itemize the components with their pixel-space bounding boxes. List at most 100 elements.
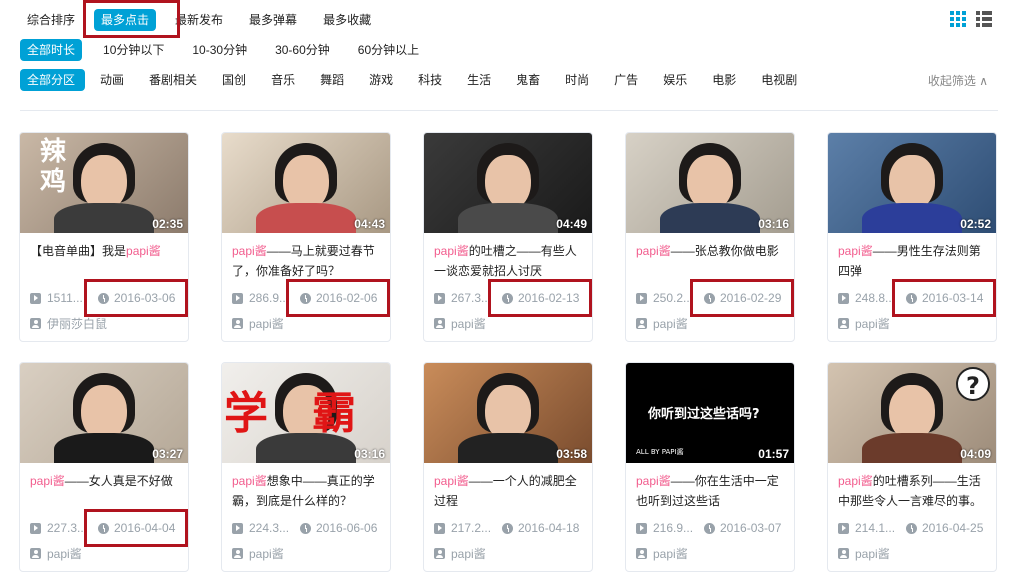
uploader[interactable]: papi酱 [434, 545, 486, 562]
play-count-icon [636, 522, 647, 534]
uploader[interactable]: papi酱 [636, 545, 688, 562]
zone-option-4[interactable]: 音乐 [264, 69, 305, 91]
thumb-caption: 辣 鸡 [40, 137, 67, 197]
zone-option-9[interactable]: 鬼畜 [509, 69, 550, 91]
sort-option-4[interactable]: 最多收藏 [316, 9, 378, 31]
user-icon [232, 318, 243, 329]
video-grid: 辣 鸡 02:35 【电音单曲】我是papi酱 1511... 2016-03-06 伊丽… [19, 132, 997, 572]
zone-option-0[interactable]: 全部分区 [20, 69, 86, 91]
video-card[interactable]: 02:52 papi酱——男性生存法则第四弹 248.8... 2016-03-14 p… [827, 132, 997, 342]
play-count-icon [232, 292, 243, 304]
duration-option-1[interactable]: 10分钟以下 [96, 39, 171, 61]
video-title[interactable]: papi酱——一个人的减肥全过程 [434, 471, 586, 511]
title-author-highlight: papi酱 [434, 474, 469, 488]
title-author-highlight: papi酱 [838, 244, 873, 258]
uploader[interactable]: papi酱 [232, 545, 284, 562]
video-card[interactable]: 你听到过这些话吗? ALL BY PAPI酱 01:57 papi酱——你在生活中一定… [625, 362, 795, 572]
video-card[interactable]: 03:27 papi酱——女人真是不好做 227.3... 2016-04-04 pap… [19, 362, 189, 572]
sort-option-2[interactable]: 最新发布 [168, 9, 230, 31]
video-title[interactable]: papi酱——女人真是不好做 [30, 471, 182, 511]
zone-option-14[interactable]: 电视剧 [754, 69, 807, 91]
user-icon [636, 548, 647, 559]
sort-filter-row: 综合排序 最多点击 最新发布 最多弹幕 最多收藏 [20, 9, 390, 31]
video-thumbnail[interactable]: 你听到过这些话吗? ALL BY PAPI酱 01:57 [626, 363, 794, 463]
zone-option-1[interactable]: 动画 [93, 69, 134, 91]
video-duration: 04:49 [556, 217, 587, 231]
video-duration: 03:16 [758, 217, 789, 231]
uploader-name: papi酱 [451, 317, 486, 331]
play-count: 286.9... [249, 291, 290, 305]
video-thumbnail[interactable]: 03:27 [20, 363, 188, 463]
video-card[interactable]: 辣 鸡 02:35 【电音单曲】我是papi酱 1511... 2016-03-06 伊丽… [19, 132, 189, 342]
video-meta: 214.1... 2016-04-25 [838, 521, 993, 535]
sort-option-3[interactable]: 最多弹幕 [242, 9, 304, 31]
video-title[interactable]: papi酱——你在生活中一定也听到过这些话 [636, 471, 788, 511]
video-duration: 04:09 [960, 447, 991, 461]
zone-option-8[interactable]: 生活 [460, 69, 501, 91]
title-author-highlight: papi酱 [636, 244, 671, 258]
video-title[interactable]: papi酱的吐槽系列——生活中那些令人一言难尽的事。 [838, 471, 990, 511]
video-thumbnail[interactable]: 02:52 [828, 133, 996, 233]
zone-option-11[interactable]: 广告 [607, 69, 648, 91]
upload-date: 2016-04-04 [114, 521, 176, 535]
collapse-filter-button[interactable]: 收起筛选 ∧ [928, 72, 988, 89]
play-count: 216.9... [653, 521, 694, 535]
video-thumbnail[interactable]: 03:16 [626, 133, 794, 233]
user-icon [232, 548, 243, 559]
video-title[interactable]: papi酱的吐槽之——有些人一谈恋爱就招人讨厌 [434, 241, 586, 281]
title-author-highlight: papi酱 [232, 244, 267, 258]
video-card[interactable]: 03:58 papi酱——一个人的减肥全过程 217.2... 2016-04-18 p… [423, 362, 593, 572]
video-title[interactable]: 【电音单曲】我是papi酱 [30, 241, 182, 281]
zone-option-6[interactable]: 游戏 [362, 69, 403, 91]
duration-filter-row: 全部时长 10分钟以下 10-30分钟 30-60分钟 60分钟以上 [20, 39, 440, 61]
video-title[interactable]: papi酱——张总教你做电影 [636, 241, 788, 281]
video-title[interactable]: papi酱——男性生存法则第四弹 [838, 241, 990, 281]
duration-option-0[interactable]: 全部时长 [20, 39, 83, 61]
upload-date: 2016-02-29 [720, 291, 782, 305]
video-thumbnail[interactable]: 04:49 [424, 133, 592, 233]
video-title[interactable]: papi酱——马上就要过春节了，你准备好了吗？ [232, 241, 384, 281]
play-count-icon [434, 522, 445, 534]
video-card[interactable]: ? 04:09 papi酱的吐槽系列——生活中那些令人一言难尽的事。 214.1...… [827, 362, 997, 572]
user-icon [636, 318, 647, 329]
title-author-highlight: papi酱 [30, 474, 65, 488]
uploader[interactable]: papi酱 [636, 315, 688, 332]
zone-option-5[interactable]: 舞蹈 [313, 69, 354, 91]
uploader[interactable]: 伊丽莎白鼠 [30, 315, 107, 332]
video-thumbnail[interactable]: 04:43 [222, 133, 390, 233]
uploader[interactable]: papi酱 [838, 315, 890, 332]
sort-option-1[interactable]: 最多点击 [94, 9, 157, 31]
uploader[interactable]: papi酱 [434, 315, 486, 332]
zone-option-13[interactable]: 电影 [705, 69, 746, 91]
grid-view-icon[interactable] [950, 11, 966, 27]
duration-option-3[interactable]: 30-60分钟 [268, 39, 337, 61]
uploader[interactable]: papi酱 [232, 315, 284, 332]
duration-option-2[interactable]: 10-30分钟 [185, 39, 254, 61]
video-thumbnail[interactable]: 辣 鸡 02:35 [20, 133, 188, 233]
video-card[interactable]: 04:49 papi酱的吐槽之——有些人一谈恋爱就招人讨厌 267.3... 2016… [423, 132, 593, 342]
video-thumbnail[interactable]: 学 霸 03:16 [222, 363, 390, 463]
sort-option-0[interactable]: 综合排序 [20, 9, 82, 31]
zone-option-2[interactable]: 番剧相关 [142, 69, 207, 91]
uploader[interactable]: papi酱 [30, 545, 82, 562]
uploader-name: papi酱 [855, 317, 890, 331]
video-title[interactable]: papi酱想象中——真正的学霸，到底是什么样的？ [232, 471, 384, 511]
zone-option-7[interactable]: 科技 [411, 69, 452, 91]
play-count-icon [232, 522, 243, 534]
uploader[interactable]: papi酱 [838, 545, 890, 562]
zone-option-3[interactable]: 国创 [215, 69, 256, 91]
zone-option-12[interactable]: 娱乐 [656, 69, 697, 91]
zone-option-10[interactable]: 时尚 [558, 69, 599, 91]
video-card[interactable]: 04:43 papi酱——马上就要过春节了，你准备好了吗？ 286.9... 2016… [221, 132, 391, 342]
duration-option-4[interactable]: 60分钟以上 [351, 39, 426, 61]
play-count: 217.2... [451, 521, 492, 535]
video-card[interactable]: 学 霸 03:16 papi酱想象中——真正的学霸，到底是什么样的？ 224.3...… [221, 362, 391, 572]
video-thumbnail[interactable]: ? 04:09 [828, 363, 996, 463]
video-duration: 01:57 [758, 447, 789, 461]
play-count-icon [636, 292, 647, 304]
clock-icon [502, 522, 513, 534]
list-view-icon[interactable] [976, 11, 992, 27]
video-thumbnail[interactable]: 03:58 [424, 363, 592, 463]
title-author-highlight: papi酱 [636, 474, 671, 488]
video-card[interactable]: 03:16 papi酱——张总教你做电影 250.2... 2016-02-29 pap… [625, 132, 795, 342]
